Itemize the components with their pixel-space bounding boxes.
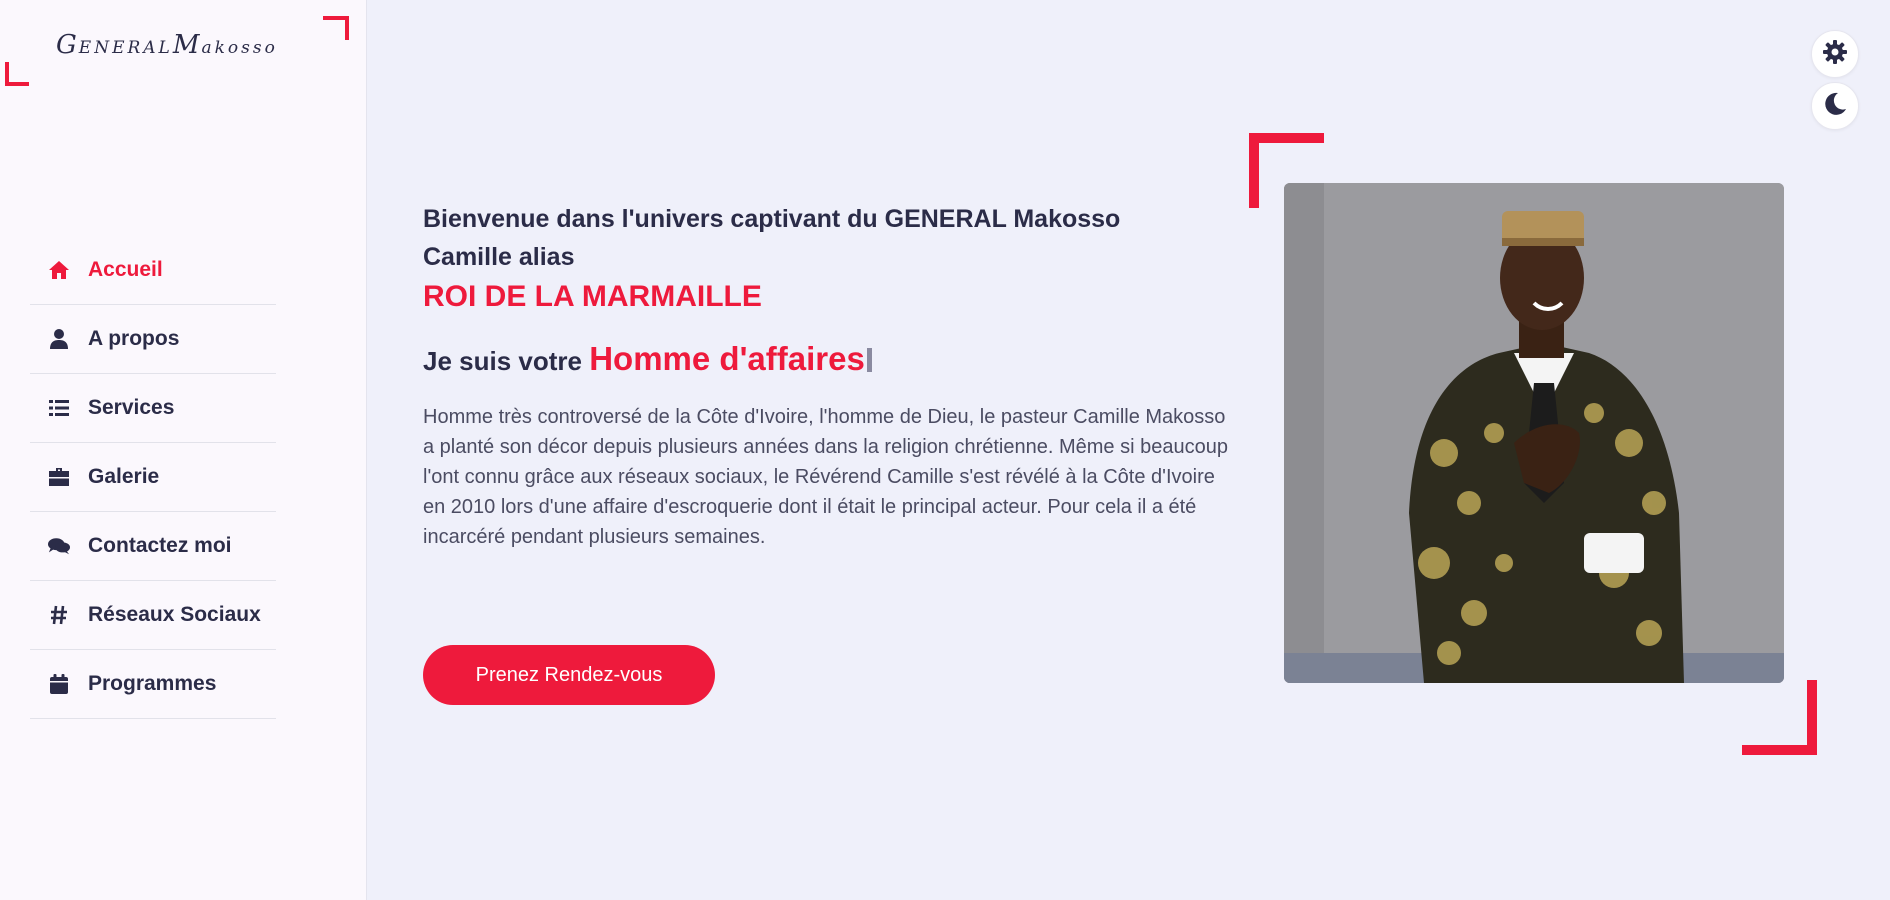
hero-section: Bienvenue dans l'univers captivant du GE…: [423, 200, 1243, 552]
bio-paragraph: Homme très controversé de la Côte d'Ivoi…: [423, 406, 1228, 548]
logo-text-1: G: [56, 30, 79, 60]
photo-frame-bottom-right: [1742, 680, 1817, 755]
logo-text-2: ENERAL: [78, 38, 173, 58]
sidebar-item-accueil[interactable]: Accueil: [30, 236, 276, 305]
sidebar-item-a-propos[interactable]: A propos: [30, 305, 276, 374]
calendar-icon: [48, 673, 70, 695]
alias-title: ROI DE LA MARMAILLE: [423, 280, 762, 313]
role-prefix: Je suis votre: [423, 346, 582, 376]
briefcase-icon: [48, 466, 70, 488]
sidebar-item-reseaux-sociaux[interactable]: Réseaux Sociaux: [30, 581, 276, 650]
moon-icon: [1822, 91, 1848, 122]
logo-corner-left: [5, 62, 29, 86]
comments-icon: [48, 535, 70, 557]
logo-text-4: akosso: [201, 38, 278, 58]
logo-area: GENERALMakosso: [0, 0, 367, 110]
sidebar-item-label: Services: [88, 396, 175, 419]
sidebar-item-label: Programmes: [88, 672, 217, 695]
sidebar-item-label: Galerie: [88, 465, 160, 488]
hashtag-icon: [48, 604, 70, 626]
theme-toggle-button[interactable]: [1811, 82, 1859, 130]
logo-text-3: M: [172, 30, 202, 60]
sidebar-item-label: A propos: [88, 327, 180, 350]
sidebar-item-services[interactable]: Services: [30, 374, 276, 443]
sidebar-item-label: Accueil: [88, 258, 163, 281]
appointment-button[interactable]: Prenez Rendez-vous: [423, 645, 715, 705]
gear-icon: [1822, 39, 1848, 70]
typing-cursor: [866, 348, 872, 372]
profile-photo: [1284, 183, 1784, 683]
home-icon: [48, 259, 70, 281]
sidebar-item-contactez-moi[interactable]: Contactez moi: [30, 512, 276, 581]
role-line: Je suis votre Homme d'affaires: [423, 340, 1243, 378]
sidebar-item-label: Contactez moi: [88, 534, 232, 557]
sidebar-item-galerie[interactable]: Galerie: [30, 443, 276, 512]
sidebar-item-label: Réseaux Sociaux: [88, 603, 261, 626]
list-icon: [48, 397, 70, 419]
site-logo[interactable]: GENERALMakosso: [56, 30, 278, 60]
sidebar-nav: Accueil A propos Services Galerie Contac…: [30, 236, 276, 719]
welcome-heading: Bienvenue dans l'univers captivant du GE…: [423, 205, 1121, 271]
user-icon: [48, 328, 70, 350]
settings-button[interactable]: [1811, 30, 1859, 78]
typed-role: Homme d'affaires: [589, 340, 865, 377]
sidebar: GENERALMakosso Accueil A propos Services…: [0, 0, 367, 900]
sidebar-item-programmes[interactable]: Programmes: [30, 650, 276, 719]
logo-corner-right: [323, 16, 349, 40]
